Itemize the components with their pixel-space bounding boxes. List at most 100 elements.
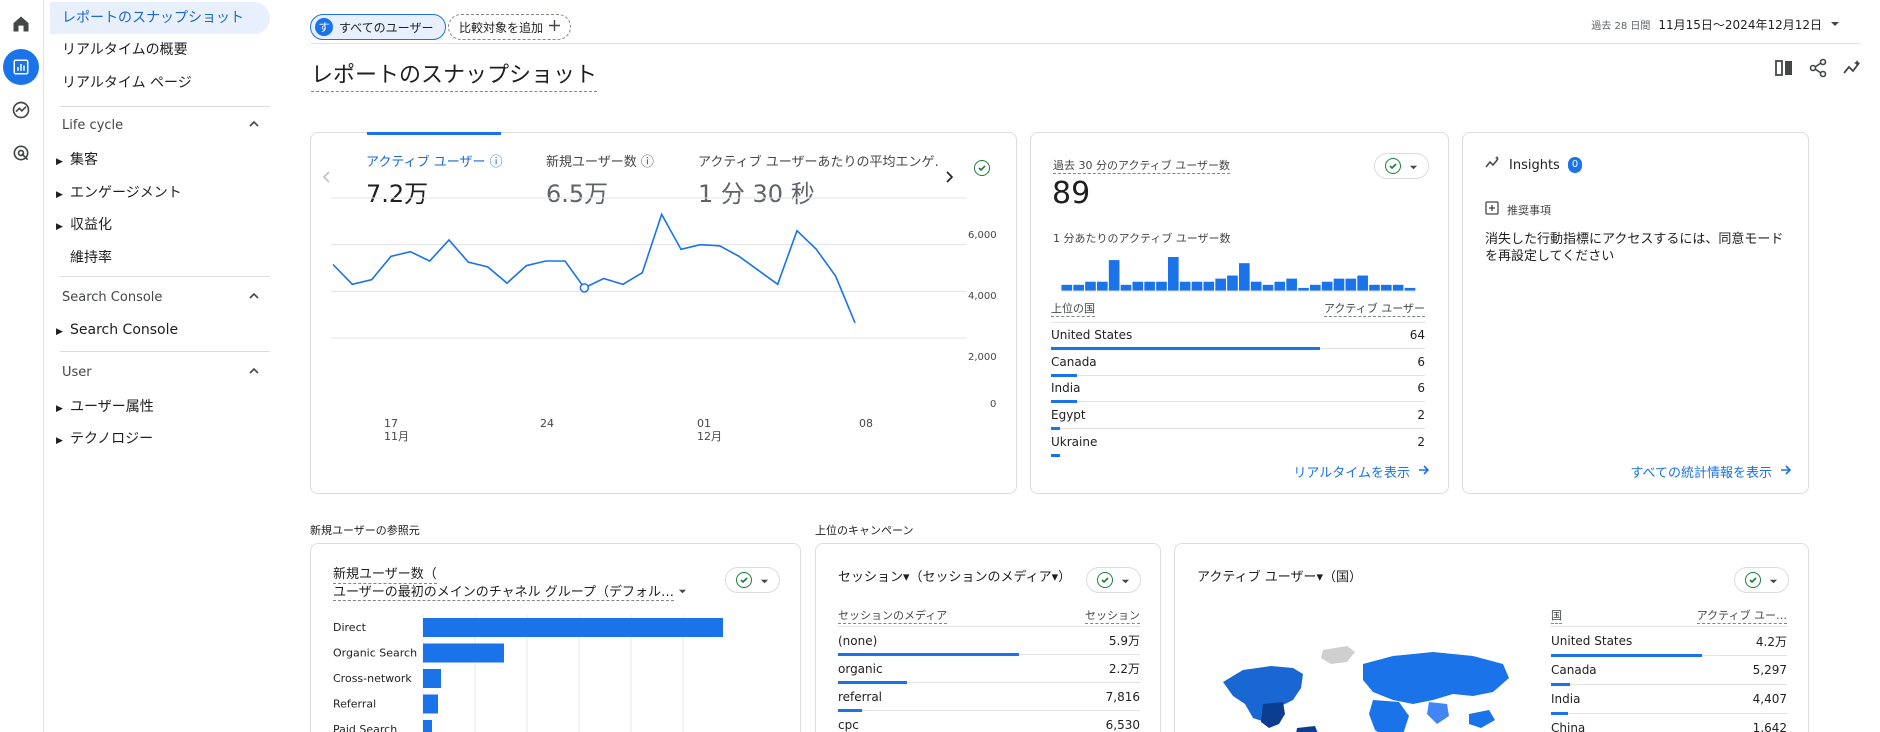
dropdown-arrow-icon bbox=[1769, 571, 1778, 590]
nav-item-search-console[interactable]: ▶ Search Console bbox=[56, 322, 178, 338]
table-header: 国 アクティブ ユー… bbox=[1551, 605, 1787, 627]
countries-card: アクティブ ユーザー▾（国） 国 アクティブ ユー… United States… bbox=[1174, 543, 1809, 732]
cell-media: (none) bbox=[838, 633, 878, 648]
table-header: 上位の国 アクティブ ユーザー bbox=[1051, 296, 1425, 323]
nav-item-label: ユーザー属性 bbox=[70, 399, 154, 415]
title-actions bbox=[1774, 58, 1862, 82]
cell-sessions: 6,530 bbox=[1105, 717, 1140, 732]
chevron-left-icon[interactable] bbox=[321, 169, 333, 188]
nav-item-realtime-pages[interactable]: リアルタイム ページ bbox=[62, 67, 192, 99]
source-card-title[interactable]: 新規ユーザー数（ ユーザーの最初のメインのチャネル グループ（デフォル… bbox=[333, 566, 687, 601]
source-bar bbox=[423, 694, 438, 714]
kpi-label: 新規ユーザー数 bbox=[546, 155, 637, 170]
cell-users: 1,642 bbox=[1752, 721, 1787, 732]
share-icon[interactable] bbox=[1808, 58, 1828, 82]
dropdown-arrow-icon bbox=[1121, 571, 1130, 590]
minute-bar bbox=[1286, 278, 1297, 291]
nav-item-monetization[interactable]: ▶ 収益化 bbox=[56, 214, 112, 234]
nav-section-title: Life cycle bbox=[62, 118, 124, 133]
nav-item-retention[interactable]: 維持率 bbox=[56, 247, 112, 267]
nav-item-engagement[interactable]: ▶ エンゲージメント bbox=[56, 182, 182, 202]
realtime-card: 過去 30 分のアクティブ ユーザー数 89 1 分あたりのアクティブ ユーザー… bbox=[1030, 132, 1449, 494]
chevron-right-icon[interactable] bbox=[943, 169, 955, 188]
nav-item-acquisition[interactable]: ▶ 集客 bbox=[56, 149, 98, 169]
compare-icon[interactable] bbox=[1774, 58, 1794, 82]
cell-country: United States bbox=[1051, 328, 1133, 343]
countries-status-toggle[interactable] bbox=[1734, 567, 1789, 593]
minute-bar bbox=[1262, 284, 1274, 291]
nav-section-search-console[interactable]: Search Console bbox=[62, 290, 270, 305]
nav-item-snapshot[interactable]: レポートのスナップショット bbox=[50, 2, 270, 34]
table-header: セッションのメディア セッション bbox=[838, 605, 1140, 627]
nav-item-realtime-overview[interactable]: リアルタイムの概要 bbox=[62, 34, 188, 66]
analytics-app: レポートのスナップショット リアルタイムの概要 リアルタイム ページ Life … bbox=[0, 0, 1880, 732]
add-box-icon bbox=[1485, 201, 1499, 218]
campaigns-status-toggle[interactable] bbox=[1086, 567, 1141, 593]
expand-arrow-icon: ▶ bbox=[56, 436, 63, 446]
cell-users: 4.2万 bbox=[1755, 634, 1787, 649]
date-range-value: 11月15日～2024年12月12日 bbox=[1658, 18, 1822, 32]
table-row[interactable]: cpc 6,530 bbox=[838, 711, 1140, 732]
nav-item-demographics[interactable]: ▶ ユーザー属性 bbox=[56, 396, 154, 416]
insights-trend-icon[interactable] bbox=[1842, 58, 1862, 82]
add-comparison-button[interactable]: 比較対象を追加 bbox=[448, 14, 572, 40]
minute-bar bbox=[1073, 284, 1084, 291]
section-label-sources: 新規ユーザーの参照元 bbox=[310, 524, 420, 537]
date-range-picker[interactable]: 過去 28 日間 11月15日～2024年12月12日 bbox=[1591, 16, 1840, 33]
page-title: レポートのスナップショット bbox=[311, 57, 598, 92]
campaigns-card-title[interactable]: セッション▾（セッションのメディア▾） bbox=[838, 566, 1071, 585]
icon-rail bbox=[0, 0, 44, 732]
table-row[interactable]: United States 4.2万 bbox=[1551, 627, 1787, 657]
nav-section-user[interactable]: User bbox=[62, 365, 270, 380]
insights-icon bbox=[1485, 155, 1501, 175]
nav-item-label: Search Console bbox=[70, 322, 179, 338]
reports-icon[interactable] bbox=[3, 49, 39, 85]
view-all-insights-link[interactable]: すべての統計情報を表示 bbox=[1630, 462, 1792, 481]
all-users-chip[interactable]: す すべてのユーザー bbox=[310, 14, 447, 40]
table-row[interactable]: India 6 bbox=[1051, 376, 1425, 403]
minute-bar bbox=[1381, 284, 1392, 291]
nav-section-lifecycle[interactable]: Life cycle bbox=[62, 118, 270, 133]
countries-card-title[interactable]: アクティブ ユーザー▾（国） bbox=[1197, 566, 1362, 585]
table-row[interactable]: referral 7,816 bbox=[838, 683, 1140, 712]
insights-card: Insights 0 推奨事項 消失した行動指標にアクセスするには、同意モードを… bbox=[1462, 132, 1809, 494]
cell-country: Canada bbox=[1551, 663, 1597, 677]
minute-bar bbox=[1144, 281, 1155, 291]
insights-header: Insights 0 bbox=[1485, 155, 1583, 175]
nav-item-label: テクノロジー bbox=[70, 431, 154, 447]
home-icon[interactable] bbox=[3, 6, 39, 42]
bar-label: Organic Search bbox=[333, 647, 417, 660]
dropdown-arrow-icon bbox=[760, 571, 769, 590]
minute-bar bbox=[1156, 281, 1167, 291]
table-row[interactable]: Egypt 2 bbox=[1051, 402, 1425, 430]
plus-icon bbox=[549, 20, 561, 34]
view-realtime-link[interactable]: リアルタイムを表示 bbox=[1293, 462, 1430, 481]
table-row[interactable]: Canada 5,297 bbox=[1551, 656, 1787, 686]
minute-bar bbox=[1132, 281, 1144, 291]
minute-bar bbox=[1310, 284, 1321, 291]
realtime-status-toggle[interactable] bbox=[1374, 153, 1429, 179]
minute-bar bbox=[1120, 284, 1132, 291]
table-row[interactable]: United States 64 bbox=[1051, 323, 1425, 350]
bar-label: Referral bbox=[333, 698, 376, 711]
cell-users: 6 bbox=[1417, 354, 1425, 369]
check-icon[interactable] bbox=[974, 160, 990, 176]
explore-icon[interactable] bbox=[3, 92, 39, 128]
table-row[interactable]: China 1,642 bbox=[1551, 714, 1787, 732]
minute-bar bbox=[1392, 284, 1404, 291]
cell-country: Canada bbox=[1051, 354, 1097, 369]
table-row[interactable]: India 4,407 bbox=[1551, 685, 1787, 715]
row-bar bbox=[1051, 454, 1061, 457]
top-bar: す すべてのユーザー 比較対象を追加 過去 28 日間 11月15日～2024年… bbox=[310, 14, 1860, 42]
table-row[interactable]: (none) 5.9万 bbox=[838, 627, 1140, 656]
realtime-value: 89 bbox=[1052, 176, 1091, 211]
add-comparison-label: 比較対象を追加 bbox=[459, 20, 544, 35]
table-row[interactable]: organic 2.2万 bbox=[838, 655, 1140, 684]
x-tick: 08 bbox=[859, 417, 873, 430]
table-row[interactable]: Ukraine 2 bbox=[1051, 429, 1425, 457]
nav-item-technology[interactable]: ▶ テクノロジー bbox=[56, 428, 153, 448]
source-status-toggle[interactable] bbox=[725, 567, 780, 593]
advertising-icon[interactable] bbox=[3, 135, 39, 171]
table-row[interactable]: Canada 6 bbox=[1051, 349, 1425, 377]
cell-sessions: 5.9万 bbox=[1108, 634, 1140, 648]
